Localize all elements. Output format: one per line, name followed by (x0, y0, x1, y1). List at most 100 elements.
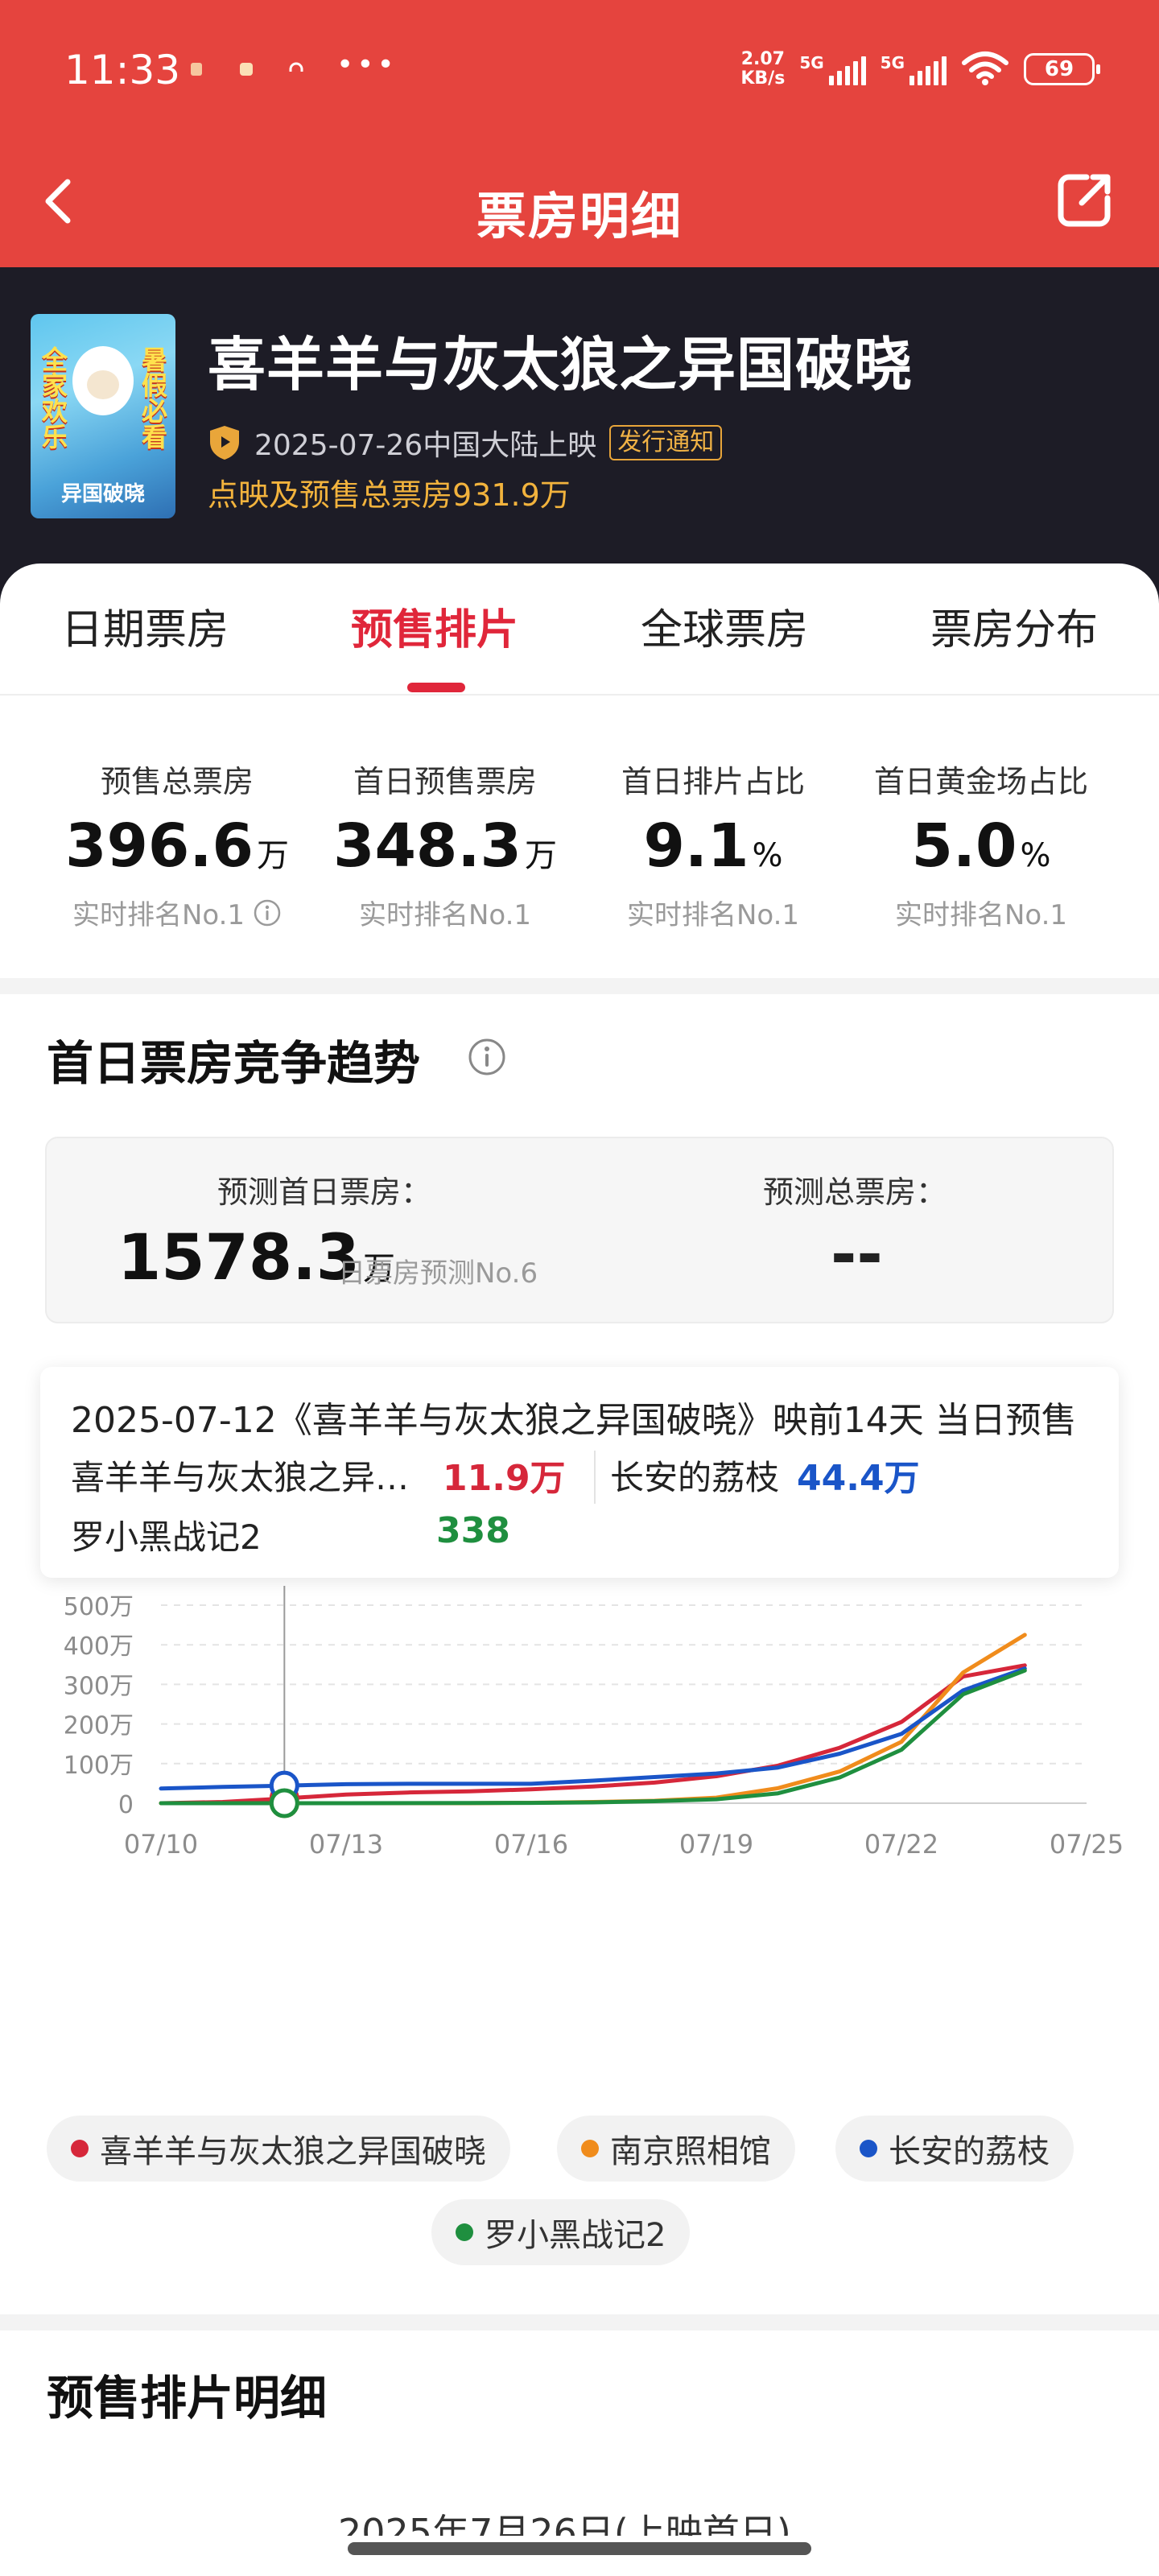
stat-value: 396.6 万 (40, 812, 314, 890)
section-title-detail: 预售排片明细 (47, 2371, 328, 2425)
net-speed-value: 2.07 (740, 49, 785, 69)
stat-number: 396.6 (64, 811, 254, 881)
tab-daily-box-office[interactable]: 日期票房 (0, 596, 290, 656)
y-tick-label: 500万 (64, 1593, 134, 1621)
section-divider (0, 2314, 1159, 2330)
info-icon[interactable] (467, 1037, 507, 1077)
status-time: 11:33 (64, 47, 181, 93)
signal-icon: 5G (881, 53, 947, 85)
movie-poster[interactable]: 全家欢乐 暑假必看 异国破晓 (31, 314, 175, 518)
legend-dot (456, 2223, 473, 2241)
tooltip-series-name: 长安的荔枝 (610, 1458, 780, 1497)
highlight-point-3 (269, 1788, 299, 1818)
stat-presale-total: 预售总票房 396.6 万 实时排名No.1 (40, 757, 314, 932)
poster-left-text: 全家欢乐 (38, 346, 68, 449)
y-tick-label: 300万 (64, 1672, 134, 1700)
legend-item[interactable]: 长安的荔枝 (835, 2116, 1074, 2182)
content-card: 日期票房 预售排片 全球票房 票房分布 预售总票房 396.6 万 实时排名No.… (0, 564, 1159, 2576)
stat-label: 首日排片占比 (621, 764, 805, 799)
battery-icon: 69 (1024, 53, 1100, 85)
home-indicator[interactable] (348, 2542, 811, 2555)
stat-label: 预售总票房 (100, 764, 254, 799)
stat-value: 5.0% (844, 812, 1118, 890)
wifi-icon (961, 50, 1009, 89)
tab-active-indicator (407, 683, 465, 692)
x-tick-label: 07/25 (1050, 1829, 1124, 1860)
release-notice-badge[interactable]: 发行通知 (609, 425, 723, 460)
y-tick-label: 0 (118, 1791, 134, 1819)
tooltip-divider (594, 1451, 596, 1504)
stat-number: 348.3 (332, 811, 522, 881)
nav-bar: 票房明细 (0, 145, 1159, 267)
presale-stats: 预售总票房 396.6 万 实时排名No.1 首日预售票房 348.3 万 实时排名… (0, 757, 1159, 931)
chart-tooltip: 2025-07-12《喜羊羊与灰太狼之异国破晓》映前14天 当日预售 喜羊羊与灰… (40, 1367, 1119, 1578)
signal-label: 5G (880, 53, 905, 72)
shield-icon (210, 426, 239, 460)
legend-item[interactable]: 罗小黑战记2 (431, 2199, 691, 2265)
status-notification-icons: ••• (187, 48, 394, 81)
tooltip-series-value: 338 (436, 1510, 510, 1551)
share-button[interactable] (1051, 166, 1119, 233)
stat-first-day-schedule-ratio: 首日排片占比 9.1% 实时排名No.1 (576, 757, 850, 932)
tab-global-box-office[interactable]: 全球票房 (580, 596, 869, 656)
stat-unit: 万 (525, 837, 558, 874)
stat-rank: 实时排名No.1 (308, 893, 582, 932)
stat-rank-text: 实时排名No.1 (358, 899, 532, 931)
notification-icon (187, 60, 206, 79)
schedule-date-selector[interactable]: 2025年7月26日(上映首日) (338, 2504, 791, 2536)
y-tick-label: 400万 (64, 1633, 134, 1661)
release-info: 2025-07-26中国大陆上映 发行通知 (208, 422, 723, 464)
trend-line-chart[interactable]: 0 100万 200万 300万 400万 500万 07/10 07/13 07/16 07/1… (0, 1586, 1159, 1892)
x-tick-label: 07/10 (124, 1829, 198, 1860)
tooltip-series-value: 44.4万 (797, 1458, 920, 1499)
x-tick-label: 07/13 (309, 1829, 383, 1860)
x-tick-label: 07/22 (864, 1829, 938, 1860)
predict-total-value: -- (831, 1219, 883, 1291)
stat-unit: % (752, 837, 783, 874)
stat-label: 首日预售票房 (353, 764, 537, 799)
x-tick-label: 07/16 (494, 1829, 568, 1860)
predict-first-day-number: 1578.3 (118, 1222, 360, 1294)
divider (0, 694, 1159, 696)
stat-first-day-prime-time-ratio: 首日黄金场占比 5.0% 实时排名No.1 (844, 757, 1118, 932)
section-divider (0, 978, 1159, 994)
stat-rank: 实时排名No.1 (844, 893, 1118, 932)
status-right-icons: 2.07 KB/s 5G 5G 69 (740, 50, 1100, 89)
x-tick-label: 07/19 (679, 1829, 753, 1860)
legend-label: 南京照相馆 (610, 2133, 771, 2170)
tooltip-series-name: 罗小黑战记2 (71, 1517, 262, 1557)
presale-total: 点映及预售总票房931.9万 (208, 477, 571, 513)
legend-item[interactable]: 南京照相馆 (557, 2116, 795, 2182)
stat-rank: 实时排名No.1 (576, 893, 850, 932)
more-dots-icon: ••• (336, 48, 398, 81)
stat-unit: 万 (257, 837, 290, 874)
share-icon (1058, 174, 1111, 227)
stat-label: 首日黄金场占比 (873, 764, 1088, 799)
headset-icon (287, 60, 306, 79)
tab-presale-schedule[interactable]: 预售排片 (290, 596, 580, 656)
tab-box-office-distribution[interactable]: 票房分布 (869, 596, 1159, 656)
stat-value: 9.1% (576, 812, 850, 890)
release-date: 2025-07-26中国大陆上映 (254, 429, 597, 462)
stat-number: 5.0 (911, 811, 1017, 881)
status-bar: 11:33 ••• 2.07 KB/s 5G 5G 69 (0, 0, 1159, 145)
stat-rank-text: 实时排名No.1 (626, 899, 800, 931)
predict-total-label: 预测总票房： (763, 1174, 947, 1210)
legend-label: 长安的荔枝 (889, 2133, 1050, 2170)
info-icon[interactable] (253, 898, 282, 927)
notification-icon (237, 60, 256, 79)
legend-label: 喜羊羊与灰太狼之异国破晓 (100, 2133, 486, 2170)
legend-item[interactable]: 喜羊羊与灰太狼之异国破晓 (47, 2116, 510, 2182)
legend-dot (581, 2140, 599, 2157)
poster-right-text: 暑假必看 (138, 346, 168, 449)
predict-first-day-label: 预测首日票房： (217, 1174, 432, 1210)
movie-title: 喜羊羊与灰太狼之异国破晓 (208, 331, 914, 398)
top-bar: 11:33 ••• 2.07 KB/s 5G 5G 69 票房明细 (0, 0, 1159, 267)
stat-rank-text: 实时排名No.1 (894, 899, 1068, 931)
tooltip-header: 2025-07-12《喜羊羊与灰太狼之异国破晓》映前14天 当日预售 (71, 1400, 1077, 1441)
poster-logo-text: 异国破晓 (60, 482, 145, 506)
stat-value: 348.3 万 (308, 812, 582, 890)
tab-bar: 日期票房 预售排片 全球票房 票房分布 (0, 596, 1159, 692)
net-speed-unit: KB/s (740, 68, 786, 89)
net-speed: 2.07 KB/s (740, 50, 785, 89)
